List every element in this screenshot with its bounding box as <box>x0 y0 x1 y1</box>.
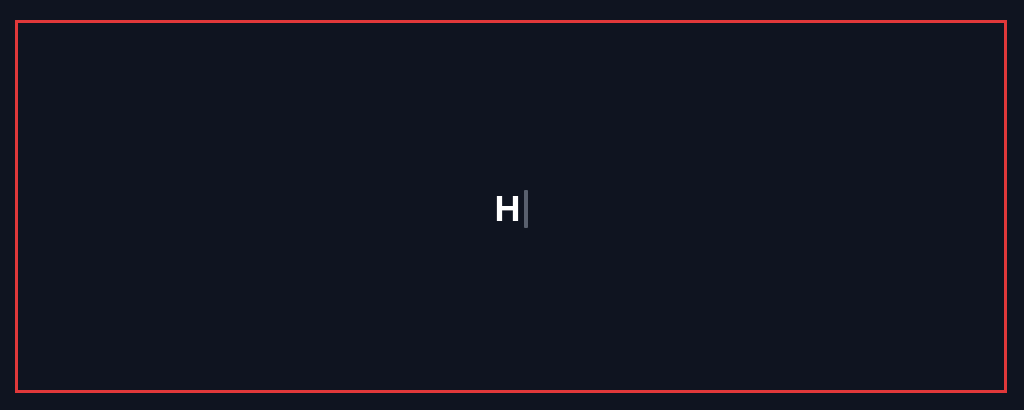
text-editor[interactable]: H <box>18 23 1004 390</box>
focused-text-area[interactable]: H <box>15 20 1007 393</box>
text-caret <box>523 189 528 228</box>
typed-line[interactable]: H <box>494 187 528 229</box>
typed-text: H <box>494 187 521 229</box>
